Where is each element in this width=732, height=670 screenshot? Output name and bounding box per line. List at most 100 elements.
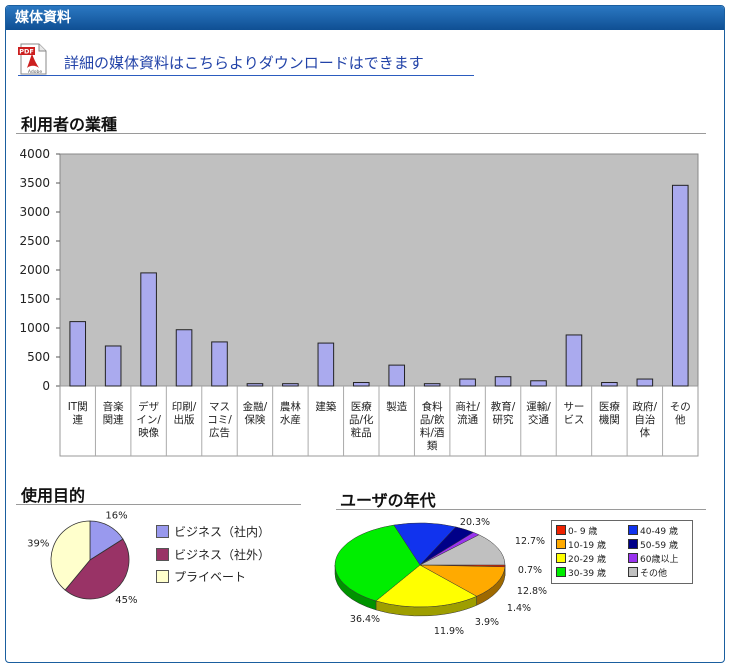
- legend-swatch: [556, 539, 566, 549]
- x-tick-label: 関連: [103, 413, 124, 426]
- pie-data-label: 39%: [27, 538, 49, 549]
- x-tick-label: 教育/: [491, 400, 516, 413]
- x-tick-label: イン/: [136, 414, 161, 426]
- x-tick-label: 品/飲: [420, 413, 445, 426]
- legend-swatch: [156, 548, 169, 561]
- y-tick-label: 2500: [19, 234, 50, 248]
- bar: [69, 321, 87, 387]
- x-tick-label: 運輸/: [526, 400, 551, 413]
- x-tick-label: 食料: [422, 400, 443, 413]
- industry-title: 利用者の業種: [21, 115, 118, 134]
- x-tick-label: 医療: [351, 400, 372, 413]
- y-tick-label: 3000: [19, 205, 50, 219]
- age-legend: 0- 9 歳 10-19 歳 20-29 歳 30-39 歳 40-49 歳 5…: [551, 520, 693, 584]
- x-tick-label: 映像: [138, 427, 159, 439]
- y-tick-label: 3500: [19, 176, 50, 190]
- x-tick-label: 農林: [280, 400, 301, 413]
- pie-data-label: 20.3%: [460, 517, 490, 528]
- pie-data-label: 1.4%: [507, 603, 531, 614]
- x-tick-label: 連: [72, 413, 83, 426]
- legend-swatch: [628, 525, 638, 535]
- bar: [636, 378, 654, 387]
- legend-swatch: [628, 553, 638, 563]
- legend-label: その他: [640, 569, 668, 579]
- x-tick-label: 流通: [457, 413, 478, 426]
- x-tick-label: 体: [640, 427, 651, 439]
- legend-label: プライベート: [174, 570, 247, 584]
- legend-label: 30-39 歳: [568, 569, 607, 579]
- adobe-tag: Adobe: [28, 69, 42, 75]
- x-tick-label: 類: [427, 440, 438, 452]
- pdf-adobe-icon[interactable]: PDF Adobe: [18, 43, 48, 75]
- x-tick-label: 水産: [280, 413, 301, 426]
- x-tick-label: 交通: [528, 413, 549, 426]
- x-tick-label: 金融/: [243, 400, 268, 413]
- pie-data-label: 12.7%: [515, 536, 545, 547]
- x-tick-label: サー: [563, 401, 584, 413]
- legend-swatch: [156, 525, 169, 538]
- panel-header: 媒体資料: [6, 6, 724, 30]
- bar: [530, 380, 547, 387]
- bar: [282, 383, 299, 387]
- bar: [671, 184, 689, 387]
- age-pie-chart: 0.7% 12.7% 20.3% 36.4% 11.9% 3.9% 1.4% 12.8%: [334, 517, 547, 637]
- download-link[interactable]: 詳細の媒体資料はこちらよりダウンロードはできます: [64, 52, 424, 73]
- y-tick-label: 1500: [19, 292, 50, 306]
- industry-bar-chart: 4000 3500 3000 2500 2000 1500 1000 500 0 IT関連 音楽関連…: [19, 147, 699, 457]
- x-tick-label: ビス: [563, 414, 584, 426]
- x-tick-label: その: [670, 401, 691, 413]
- x-tick-label: IT関: [68, 401, 88, 413]
- x-tick-label: 品/化: [349, 413, 374, 426]
- legend-label: 60歳以上: [640, 555, 679, 565]
- y-tick-label: 4000: [19, 147, 50, 161]
- x-tick-label: 研究: [493, 413, 514, 426]
- bar: [388, 364, 406, 387]
- bar: [317, 342, 335, 387]
- y-tick-label: 2000: [19, 263, 50, 277]
- pie-data-label: 45%: [115, 595, 137, 606]
- x-tick-label: 粧品: [351, 426, 372, 439]
- pdf-tag: PDF: [19, 48, 34, 56]
- x-tick-label: 料/酒: [420, 426, 445, 439]
- legend-label: ビジネス（社内）: [174, 525, 271, 539]
- legend-swatch: [628, 567, 638, 577]
- bar: [175, 329, 193, 387]
- pie-data-label: 11.9%: [434, 626, 464, 637]
- x-tick-label: 自治: [634, 413, 655, 426]
- x-tick-label: デザ: [138, 400, 159, 413]
- bar: [211, 341, 228, 387]
- bar: [565, 334, 583, 387]
- legend-label: 20-29 歳: [568, 555, 607, 565]
- x-tick-label: 機関: [599, 413, 620, 426]
- x-tick-label: 医療: [599, 400, 620, 413]
- legend-label: ビジネス（社外）: [174, 548, 271, 562]
- bar: [352, 382, 370, 387]
- pie-data-label: 12.8%: [517, 586, 547, 597]
- x-tick-label: 建築: [315, 400, 336, 413]
- y-tick-label: 500: [27, 350, 50, 364]
- download-row: PDF Adobe 詳細の媒体資料はこちらよりダウンロードはできます: [18, 43, 474, 76]
- legend-label: 0- 9 歳: [568, 527, 598, 537]
- x-tick-label: 政府/: [633, 400, 658, 413]
- purpose-title: 使用目的: [21, 486, 86, 505]
- x-tick-label: コミ/: [207, 414, 232, 426]
- legend-swatch: [628, 539, 638, 549]
- legend-swatch: [156, 570, 169, 583]
- bar: [494, 376, 512, 387]
- legend-label: 40-49 歳: [640, 527, 679, 537]
- bar: [246, 383, 264, 387]
- x-tick-label: 製造: [386, 400, 407, 413]
- pie-data-label: 16%: [105, 510, 127, 521]
- x-tick-label: 他: [675, 413, 686, 426]
- pie-data-label: 0.7%: [518, 565, 542, 576]
- y-tick-label: 1000: [19, 321, 50, 335]
- x-tick-label: 商社/: [455, 400, 480, 413]
- x-tick-label: マス: [209, 401, 230, 413]
- legend-swatch: [556, 553, 566, 563]
- y-tick-label: 0: [42, 379, 50, 393]
- legend-swatch: [556, 567, 566, 577]
- pie-data-label: 3.9%: [475, 617, 499, 628]
- bar: [104, 345, 122, 387]
- legend-label: 50-59 歳: [640, 541, 679, 551]
- legend-label: 10-19 歳: [568, 541, 607, 551]
